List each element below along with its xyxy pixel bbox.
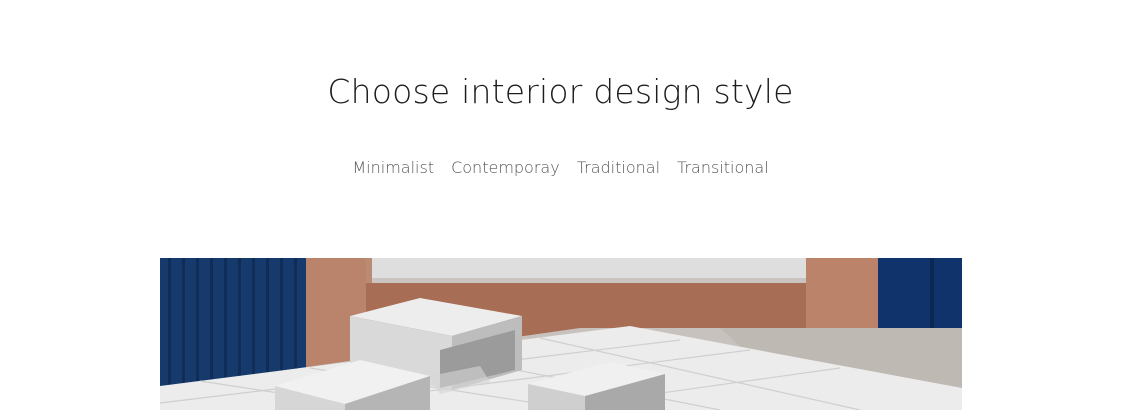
page-title: Choose interior design style (327, 72, 794, 111)
interior-photo (160, 258, 962, 410)
tab-minimalist[interactable]: Minimalist (352, 158, 434, 177)
tab-contemporary[interactable]: Contemporay (451, 158, 560, 177)
tab-traditional[interactable]: Traditional (577, 158, 660, 177)
hero-image (160, 258, 962, 410)
style-tabs: Minimalist Contemporay Traditional Trans… (0, 158, 1121, 177)
tab-transitional[interactable]: Transitional (677, 158, 769, 177)
